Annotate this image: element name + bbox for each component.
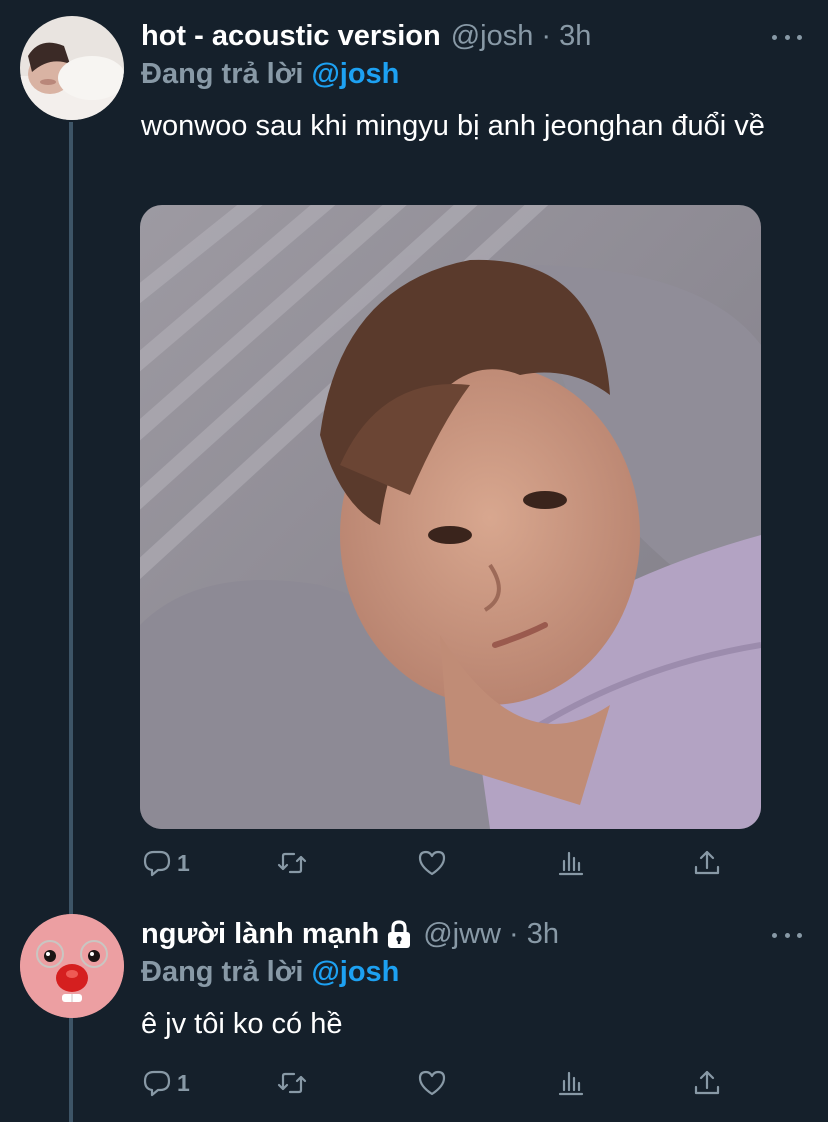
replying-prefix: Đang trả lời bbox=[141, 58, 304, 90]
reply-count: 1 bbox=[177, 849, 190, 876]
tweet-header: người lành mạnh @jww · 3h bbox=[141, 914, 559, 954]
tweet-actions: 1 bbox=[141, 843, 761, 883]
tweet-1[interactable]: hot - acoustic version @josh · 3h Đang t… bbox=[0, 0, 828, 900]
analytics-button[interactable] bbox=[555, 1063, 587, 1103]
tweet-2[interactable]: người lành mạnh @jww · 3h Đang trả lời @… bbox=[0, 900, 828, 1122]
share-icon bbox=[694, 850, 720, 875]
replying-mention-link[interactable]: @josh bbox=[311, 956, 399, 988]
replying-to: Đang trả lời @josh bbox=[141, 952, 399, 992]
analytics-button[interactable] bbox=[555, 843, 587, 883]
more-icon[interactable] bbox=[772, 31, 802, 43]
author-handle-time[interactable]: @jww · 3h bbox=[423, 914, 559, 954]
tweet-header: hot - acoustic version @josh · 3h bbox=[141, 16, 591, 56]
retweet-icon bbox=[277, 1072, 307, 1094]
avatar[interactable] bbox=[20, 914, 124, 1018]
replying-prefix: Đang trả lời bbox=[141, 956, 304, 988]
more-icon[interactable] bbox=[772, 929, 802, 941]
reply-button[interactable]: 1 bbox=[141, 1063, 190, 1103]
analytics-icon bbox=[558, 1071, 584, 1096]
author-name[interactable]: hot - acoustic version bbox=[141, 16, 441, 56]
share-button[interactable] bbox=[691, 1063, 723, 1103]
lock-icon bbox=[388, 920, 411, 948]
tweet-text: ê jv tôi ko có hề bbox=[141, 1008, 343, 1040]
tweet-media-photo[interactable] bbox=[140, 205, 761, 829]
share-button[interactable] bbox=[691, 843, 723, 883]
tweet-actions: 1 bbox=[141, 1063, 761, 1103]
share-icon bbox=[694, 1070, 720, 1095]
analytics-icon bbox=[558, 851, 584, 876]
avatar[interactable] bbox=[20, 16, 124, 120]
replying-to: Đang trả lời @josh bbox=[141, 54, 399, 94]
author-handle-time[interactable]: @josh · 3h bbox=[451, 16, 592, 56]
like-button[interactable] bbox=[416, 1063, 448, 1103]
retweet-button[interactable] bbox=[276, 1063, 308, 1103]
retweet-button[interactable] bbox=[276, 843, 308, 883]
like-button[interactable] bbox=[416, 843, 448, 883]
like-icon bbox=[418, 850, 446, 876]
author-name[interactable]: người lành mạnh bbox=[141, 914, 379, 954]
tweet-text: wonwoo sau khi mingyu bị anh jeonghan đu… bbox=[141, 110, 765, 142]
reply-icon bbox=[143, 1070, 171, 1097]
reply-count: 1 bbox=[177, 1069, 190, 1096]
replying-mention-link[interactable]: @josh bbox=[311, 58, 399, 90]
retweet-icon bbox=[277, 852, 307, 874]
reply-button[interactable]: 1 bbox=[141, 843, 190, 883]
like-icon bbox=[418, 1070, 446, 1096]
reply-icon bbox=[143, 850, 171, 877]
